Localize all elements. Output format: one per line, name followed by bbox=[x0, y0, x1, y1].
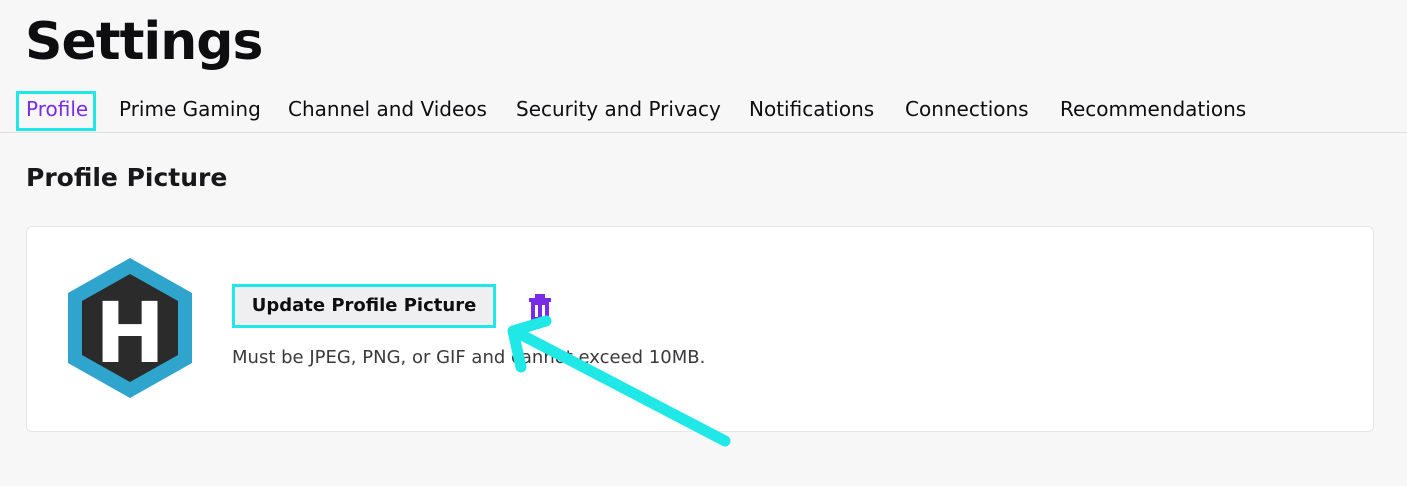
page-title: Settings bbox=[25, 12, 263, 72]
avatar: H bbox=[68, 258, 192, 398]
tab-security-and-privacy[interactable]: Security and Privacy bbox=[516, 88, 721, 130]
update-profile-picture-button[interactable]: Update Profile Picture bbox=[232, 284, 496, 328]
profile-picture-help-text: Must be JPEG, PNG, or GIF and cannot exc… bbox=[232, 347, 706, 368]
tab-connections[interactable]: Connections bbox=[905, 88, 1029, 130]
tab-recommendations[interactable]: Recommendations bbox=[1060, 88, 1246, 130]
settings-tab-bar: Profile Prime Gaming Channel and Videos … bbox=[0, 88, 1407, 133]
trash-icon[interactable] bbox=[527, 293, 553, 321]
tab-prime-gaming[interactable]: Prime Gaming bbox=[119, 88, 261, 130]
tab-profile[interactable]: Profile bbox=[26, 88, 88, 130]
profile-picture-card bbox=[26, 226, 1374, 432]
section-title-profile-picture: Profile Picture bbox=[26, 163, 228, 192]
tab-notifications[interactable]: Notifications bbox=[749, 88, 874, 130]
avatar-letter: H bbox=[95, 284, 165, 382]
tab-channel-and-videos[interactable]: Channel and Videos bbox=[288, 88, 487, 130]
